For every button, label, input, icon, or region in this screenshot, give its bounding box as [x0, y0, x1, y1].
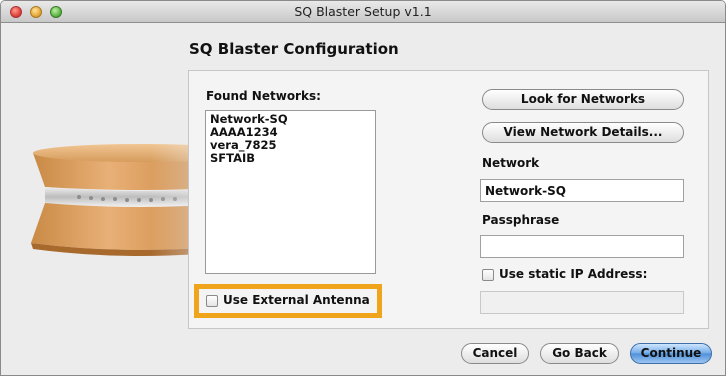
go-back-button[interactable]: Go Back [540, 343, 619, 364]
network-list-item[interactable]: SFTAIB [206, 152, 375, 165]
passphrase-label: Passphrase [482, 213, 560, 227]
use-static-ip-checkbox[interactable] [482, 269, 494, 281]
window-title: SQ Blaster Setup v1.1 [294, 4, 432, 19]
found-networks-list[interactable]: Network-SQ AAAA1234 vera_7825 SFTAIB [205, 110, 376, 274]
use-external-antenna-checkbox[interactable] [206, 295, 218, 307]
view-network-details-button[interactable]: View Network Details... [482, 122, 684, 143]
continue-button[interactable]: Continue [630, 343, 712, 364]
network-label: Network [482, 156, 540, 170]
passphrase-field[interactable] [480, 235, 684, 258]
network-field[interactable]: Network-SQ [480, 179, 684, 202]
found-networks-label: Found Networks: [206, 89, 321, 103]
setup-window: SQ Blaster Setup v1.1 SQ Blaster Configu… [0, 0, 726, 376]
cancel-button[interactable]: Cancel [461, 343, 529, 364]
look-for-networks-button[interactable]: Look for Networks [482, 89, 684, 110]
title-bar: SQ Blaster Setup v1.1 [1, 1, 725, 23]
page-heading: SQ Blaster Configuration [189, 40, 399, 58]
static-ip-field[interactable] [480, 291, 684, 314]
use-static-ip-label: Use static IP Address: [499, 267, 648, 281]
use-external-antenna-label: Use External Antenna [223, 293, 370, 307]
